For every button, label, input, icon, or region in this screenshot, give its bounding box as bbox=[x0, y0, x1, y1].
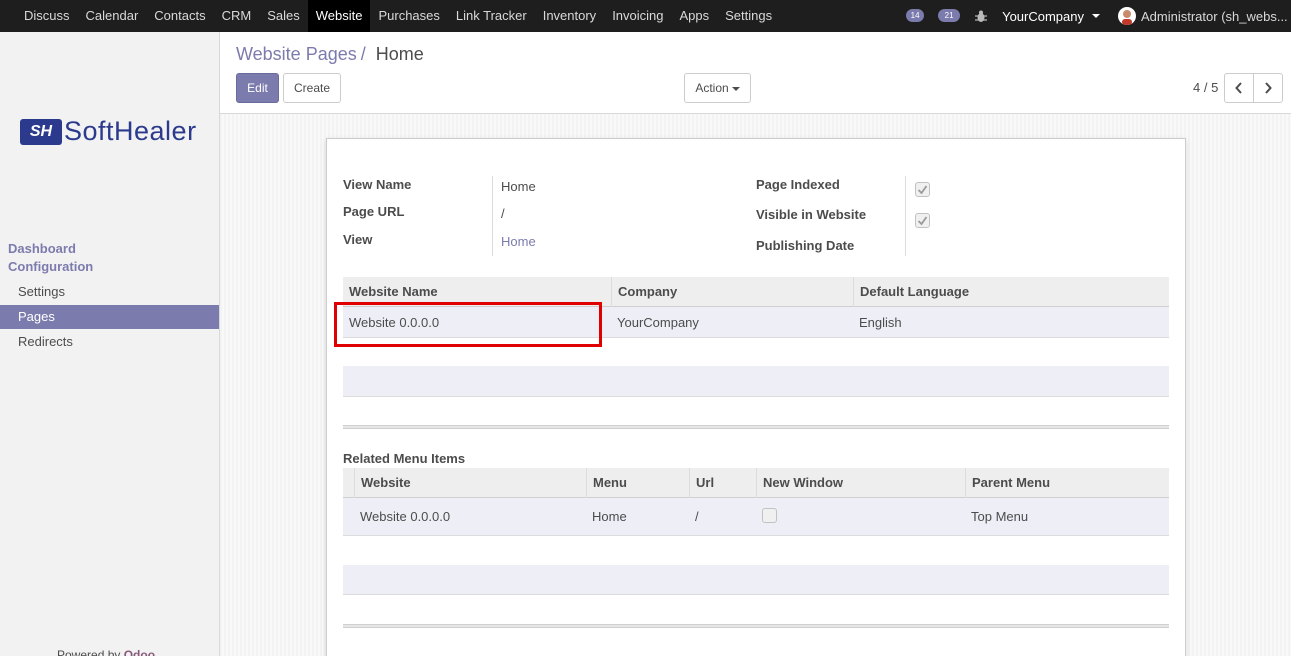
sidebar-item-redirects[interactable]: Redirects bbox=[0, 330, 219, 354]
sidebar-section-configuration[interactable]: Configuration bbox=[8, 259, 93, 274]
menu-discuss[interactable]: Discuss bbox=[16, 0, 78, 32]
breadcrumb-website-pages[interactable]: Website Pages bbox=[236, 44, 357, 64]
view-label: View bbox=[343, 232, 373, 247]
col-url[interactable]: Url bbox=[689, 468, 756, 498]
related-menu-items-title: Related Menu Items bbox=[343, 451, 466, 466]
view-name-value: Home bbox=[501, 179, 536, 194]
new-window-checkbox[interactable] bbox=[762, 508, 777, 523]
empty-row bbox=[343, 366, 1169, 397]
menu-cell: Home bbox=[592, 509, 627, 524]
col-website[interactable]: Website bbox=[354, 468, 586, 498]
sidebar: SH SoftHealer Dashboard Configuration Se… bbox=[0, 32, 220, 656]
highlight-annotation bbox=[334, 302, 602, 347]
activities-button[interactable]: 21 bbox=[938, 0, 964, 32]
website-table-footer bbox=[343, 425, 1169, 429]
sidebar-item-pages[interactable]: Pages bbox=[0, 305, 219, 329]
menu-settings[interactable]: Settings bbox=[717, 0, 780, 32]
activities-count: 21 bbox=[944, 11, 954, 20]
action-label: Action bbox=[695, 81, 729, 95]
messages-count: 14 bbox=[910, 11, 920, 20]
check-icon bbox=[917, 185, 928, 195]
chat-bubble-icon: 14 bbox=[906, 9, 925, 22]
menu-invoicing[interactable]: Invoicing bbox=[604, 0, 671, 32]
col-parent-menu[interactable]: Parent Menu bbox=[965, 468, 1169, 498]
logo-mark: SH bbox=[20, 118, 62, 145]
user-menu[interactable]: Administrator (sh_webs... bbox=[1141, 9, 1291, 24]
field-divider-right bbox=[905, 176, 906, 256]
col-company[interactable]: Company bbox=[611, 277, 853, 307]
user-avatar[interactable] bbox=[1118, 7, 1136, 25]
app-menu: Discuss Calendar Contacts CRM Sales Webs… bbox=[0, 0, 780, 32]
menu-contacts[interactable]: Contacts bbox=[146, 0, 213, 32]
table-row[interactable]: Website 0.0.0.0 Home / Top Menu bbox=[343, 498, 1169, 536]
col-default-language[interactable]: Default Language bbox=[853, 277, 1169, 307]
menu-purchases[interactable]: Purchases bbox=[370, 0, 447, 32]
powered-by-text: Powered by bbox=[57, 648, 124, 656]
sidebar-item-settings[interactable]: Settings bbox=[0, 280, 219, 304]
col-new-window[interactable]: New Window bbox=[756, 468, 965, 498]
chevron-right-icon bbox=[1265, 82, 1272, 94]
menu-website-cell: Website 0.0.0.0 bbox=[360, 509, 451, 524]
control-panel: Website Pages / Home Edit Create Action 4… bbox=[220, 32, 1291, 114]
menu-calendar[interactable]: Calendar bbox=[78, 0, 147, 32]
breadcrumb-separator: / bbox=[360, 44, 366, 64]
page-url-value: / bbox=[501, 206, 505, 221]
menu-crm[interactable]: CRM bbox=[214, 0, 260, 32]
breadcrumb-current: Home bbox=[375, 44, 424, 64]
url-cell: / bbox=[695, 509, 699, 524]
pager-next-button[interactable] bbox=[1253, 73, 1283, 103]
logo-text: SoftHealer bbox=[64, 116, 197, 146]
company-logo: SH SoftHealer bbox=[20, 116, 197, 147]
menu-website[interactable]: Website bbox=[307, 0, 371, 32]
menu-apps[interactable]: Apps bbox=[672, 0, 718, 32]
empty-row bbox=[343, 565, 1169, 595]
menu-inventory[interactable]: Inventory bbox=[535, 0, 604, 32]
view-link[interactable]: Home bbox=[501, 234, 536, 249]
pager-value[interactable]: 4 / 5 bbox=[1193, 80, 1218, 95]
page-indexed-label: Page Indexed bbox=[756, 177, 840, 192]
website-table: Website Name Company Default Language We… bbox=[343, 277, 1169, 437]
pager-previous-button[interactable] bbox=[1224, 73, 1254, 103]
chevron-left-icon bbox=[1235, 82, 1242, 94]
create-button[interactable]: Create bbox=[283, 73, 341, 103]
company-cell: YourCompany bbox=[617, 315, 699, 330]
visible-in-website-checkbox[interactable] bbox=[915, 213, 930, 228]
menu-table-footer bbox=[343, 624, 1169, 628]
col-menu[interactable]: Menu bbox=[586, 468, 689, 498]
check-icon bbox=[917, 216, 928, 226]
field-divider bbox=[492, 176, 493, 256]
activity-bubble-icon: 21 bbox=[938, 9, 961, 22]
powered-by: Powered by Odoo bbox=[57, 648, 155, 656]
sidebar-section-dashboard[interactable]: Dashboard bbox=[8, 241, 76, 256]
caret-down-icon bbox=[731, 86, 740, 91]
related-menu-table: Website Menu Url New Window Parent Menu … bbox=[343, 468, 1169, 636]
action-dropdown[interactable]: Action bbox=[684, 73, 751, 103]
messages-button[interactable]: 14 bbox=[906, 0, 928, 32]
menu-sales[interactable]: Sales bbox=[259, 0, 308, 32]
chevron-down-icon[interactable] bbox=[1092, 14, 1100, 18]
debug-bug-icon[interactable] bbox=[974, 0, 988, 32]
company-switcher[interactable]: YourCompany bbox=[1002, 9, 1084, 24]
view-name-label: View Name bbox=[343, 177, 412, 192]
odoo-link[interactable]: Odoo bbox=[124, 648, 155, 656]
language-cell: English bbox=[859, 315, 902, 330]
edit-button[interactable]: Edit bbox=[236, 73, 279, 103]
page-indexed-checkbox[interactable] bbox=[915, 182, 930, 197]
page-url-label: Page URL bbox=[343, 204, 405, 219]
systray: 14 21 YourCompany Administrator (sh_webs… bbox=[906, 0, 1291, 32]
publishing-date-label: Publishing Date bbox=[756, 238, 855, 253]
menu-link-tracker[interactable]: Link Tracker bbox=[448, 0, 535, 32]
visible-in-website-label: Visible in Website bbox=[756, 207, 867, 222]
parent-menu-cell: Top Menu bbox=[971, 509, 1029, 524]
menu-table-header: Website Menu Url New Window Parent Menu bbox=[343, 468, 1169, 498]
breadcrumb: Website Pages / Home bbox=[236, 44, 424, 65]
top-navbar: Discuss Calendar Contacts CRM Sales Webs… bbox=[0, 0, 1291, 32]
